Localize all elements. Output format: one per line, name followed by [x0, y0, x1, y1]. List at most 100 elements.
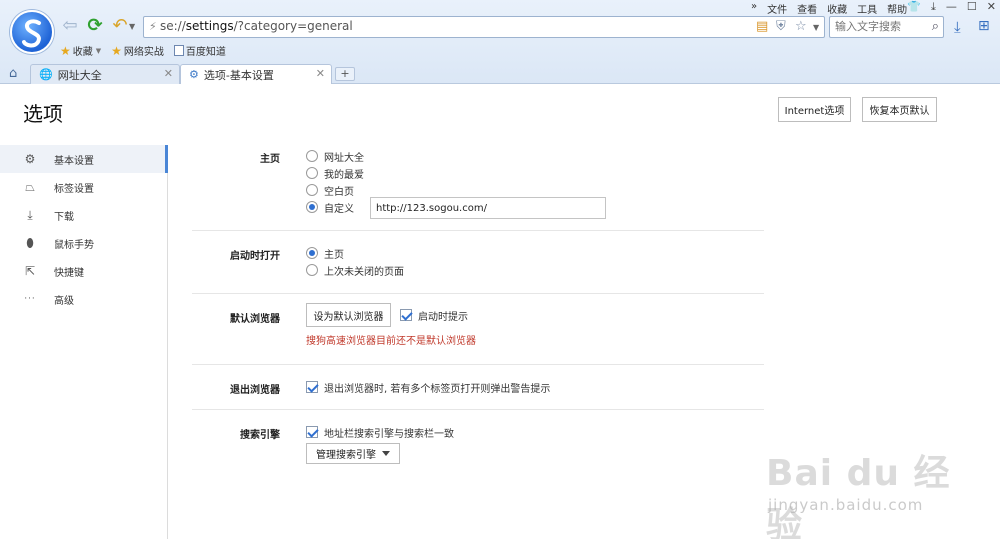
homepage-option-custom[interactable]: 自定义 [306, 199, 354, 215]
section-label: 默认浏览器 [230, 314, 280, 325]
homepage-option-my-favorites[interactable]: 我的最爱 [306, 165, 364, 181]
address-host: settings [185, 19, 234, 33]
close-icon[interactable]: ✕ [316, 67, 325, 80]
bookmark-manager-icon[interactable]: ▤ [756, 19, 768, 34]
maximize-icon[interactable]: ☐ [967, 0, 977, 14]
download-icon: ⤓ [27, 207, 33, 222]
page-title: 选项 [23, 102, 63, 126]
browser-chrome: ⇦ ⟳ ↶ ▼ » 文件 查看 收藏 工具 帮助 👕 ⤓ — ☐ ✕ ⚡ se:… [0, 0, 1000, 84]
section-startup: 启动时打开 主页 上次未关闭的页面 [192, 231, 764, 294]
search-bar[interactable]: ⌕ [829, 16, 944, 38]
bookmark-favorites[interactable]: ★ 收藏 ▼ [60, 43, 102, 59]
sidebar-item-label: 下载 [54, 211, 74, 223]
radio-button[interactable] [306, 264, 318, 276]
manage-search-engines-dropdown[interactable]: 管理搜索引擎 [306, 443, 400, 464]
chevron-down-icon [382, 451, 390, 456]
homepage-option-blank[interactable]: 空白页 [306, 182, 354, 198]
search-icon[interactable]: ⌕ [932, 19, 939, 34]
menu-file[interactable]: 文件 [762, 1, 792, 16]
menu-view[interactable]: 查看 [792, 1, 822, 16]
home-icon[interactable]: ⌂ [9, 66, 17, 81]
set-default-browser-button[interactable]: 设为默认浏览器 [306, 303, 391, 327]
option-label: 主页 [324, 249, 344, 261]
close-icon[interactable]: ✕ [987, 0, 996, 14]
startup-option-restore-session[interactable]: 上次未关闭的页面 [306, 262, 404, 278]
download-icon[interactable]: ⤓ [954, 18, 961, 36]
radio-button[interactable] [306, 184, 318, 196]
radio-button[interactable] [306, 167, 318, 179]
internet-options-button[interactable]: Internet选项 [778, 97, 851, 122]
sidebar-item-download[interactable]: ⤓ 下载 [0, 201, 167, 229]
restore-defaults-button[interactable]: 恢复本页默认 [862, 97, 937, 122]
baidu-jingyan-watermark: Bai du 经验 jingyan.baidu.com [758, 430, 958, 539]
tab-settings[interactable]: ⚙ 选项-基本设置 ✕ [180, 64, 332, 84]
section-homepage: 主页 网址大全 我的最爱 空白页 自定义 [192, 140, 764, 231]
sidebar-item-label: 基本设置 [54, 155, 94, 167]
radio-button-selected[interactable] [306, 247, 318, 259]
watermark-url: jingyan.baidu.com [768, 496, 924, 514]
sidebar-item-label: 标签设置 [54, 183, 94, 195]
chevron-down-icon[interactable]: ▼ [813, 23, 819, 32]
radio-button[interactable] [306, 150, 318, 162]
option-label: 我的最爱 [324, 169, 364, 181]
checkbox-checked[interactable] [400, 309, 412, 321]
menu-tools[interactable]: 工具 [852, 1, 882, 16]
watermark-logo: Bai du 经验 [766, 453, 951, 539]
tab-url-directory[interactable]: 🌐 网址大全 ✕ [30, 64, 180, 84]
search-input[interactable] [835, 20, 923, 33]
section-label: 启动时打开 [230, 251, 280, 262]
exit-warning-checkbox-row[interactable]: 退出浏览器时, 若有多个标签页打开则弹出警告提示 [306, 379, 550, 395]
address-path: /?category=general [233, 19, 353, 33]
globe-icon: 🌐 [39, 68, 53, 81]
undo-close-button[interactable]: ↶ [110, 16, 130, 36]
back-button[interactable]: ⇦ [60, 16, 80, 36]
menu-bar: » 文件 查看 收藏 工具 帮助 [746, 1, 912, 16]
radio-button-selected[interactable] [306, 201, 318, 213]
section-search-engine: 搜索引擎 地址栏搜索引擎与搜索栏一致 [192, 410, 764, 490]
new-tab-button[interactable]: + [335, 67, 355, 81]
bookmark-baidu-zhidao[interactable]: 百度知道 [173, 43, 226, 58]
sync-search-engine-checkbox-row[interactable]: 地址栏搜索引擎与搜索栏一致 [306, 424, 454, 440]
sogou-logo-icon[interactable] [10, 10, 54, 54]
sidebar-item-basic-settings[interactable]: ⚙ 基本设置 [0, 145, 168, 173]
star-icon: ★ [111, 43, 122, 58]
checkbox-checked[interactable] [306, 381, 318, 393]
dropdown-label: 管理搜索引擎 [316, 450, 376, 461]
sidebar-item-tab-settings[interactable]: ⏢ 标签设置 [0, 173, 167, 201]
page-icon [173, 45, 184, 56]
address-bar[interactable]: ⚡ se://settings/?category=general ▤ ⛨ ☆ … [143, 16, 825, 38]
chevron-down-icon: ▼ [95, 46, 102, 55]
close-icon[interactable]: ✕ [164, 67, 173, 80]
skin-icon[interactable]: 👕 [907, 0, 921, 14]
shield-icon[interactable]: ⛨ [776, 19, 786, 34]
chevron-down-icon[interactable]: ▼ [129, 22, 135, 31]
bookmark-network-practice[interactable]: ★ 网络实战 [111, 43, 164, 59]
startup-prompt-checkbox-row[interactable]: 启动时提示 [400, 307, 468, 323]
option-label: 上次未关闭的页面 [324, 266, 404, 278]
tab-label: 网址大全 [57, 68, 102, 82]
startup-option-homepage[interactable]: 主页 [306, 245, 344, 261]
sidebar-item-advanced[interactable]: ··· 高级 [0, 285, 167, 313]
address-input[interactable]: se://settings/?category=general [160, 19, 750, 35]
minimize-icon[interactable]: — [946, 0, 957, 14]
lightning-icon: ⚡ [149, 20, 157, 33]
sidebar-item-mouse-gestures[interactable]: ⬮ 鼠标手势 [0, 229, 167, 257]
menu-favorites[interactable]: 收藏 [822, 1, 852, 16]
section-label: 搜索引擎 [240, 430, 280, 441]
address-scheme: se:// [160, 19, 186, 33]
star-icon[interactable]: ☆ [795, 19, 807, 34]
sidebar-item-shortcuts[interactable]: ⇱ 快捷键 [0, 257, 167, 285]
checkbox-checked[interactable] [306, 426, 318, 438]
tab-label: 选项-基本设置 [203, 68, 274, 82]
gear-icon: ⚙ [24, 152, 36, 166]
custom-homepage-url-input[interactable] [370, 197, 606, 219]
sidebar-item-label: 鼠标手势 [54, 239, 94, 251]
refresh-button[interactable]: ⟳ [85, 16, 105, 36]
apps-grid-icon[interactable]: ⊞ [978, 18, 990, 34]
bookmarks-bar: ★ 收藏 ▼ ★ 网络实战 百度知道 [60, 43, 226, 59]
default-browser-warning: 搜狗高速浏览器目前还不是默认浏览器 [306, 336, 476, 347]
shortcut-icon: ⇱ [24, 264, 36, 278]
restore-down-icon[interactable]: ⤓ [931, 0, 936, 14]
menu-expand-icon[interactable]: » [746, 1, 762, 16]
homepage-option-url-directory[interactable]: 网址大全 [306, 148, 364, 164]
